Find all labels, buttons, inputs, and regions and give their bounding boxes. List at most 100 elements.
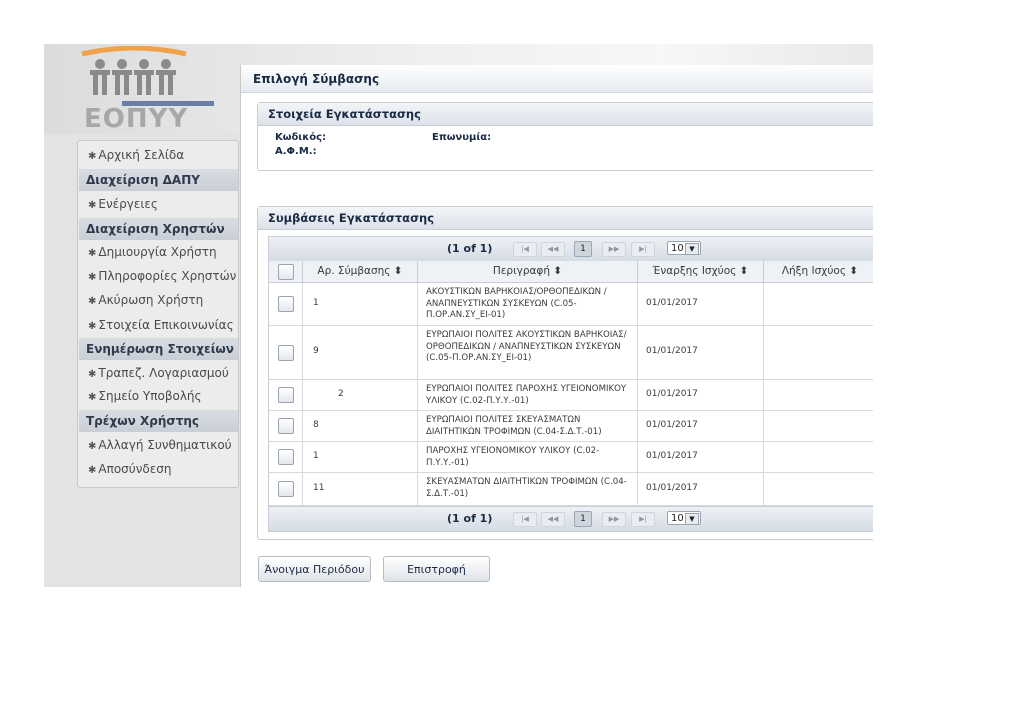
description-cell: ΕΥΡΩΠΑΙΟΙ ΠΟΛΙΤΕΣ ΑΚΟΥΣΤΙΚΩΝ ΒΑΡΗΚΟΙΑΣ/Ο… xyxy=(418,326,638,379)
prev-page-button[interactable]: ◀◀ xyxy=(541,512,565,527)
sidebar-item-label: Αρχική Σελίδα xyxy=(98,148,185,162)
end-date-cell xyxy=(764,442,873,472)
gear-icon: ✱ xyxy=(88,200,97,211)
row-checkbox[interactable] xyxy=(278,481,294,497)
sidebar-item-contact-info[interactable]: ✱ Στοιχεία Επικοινωνίας xyxy=(88,315,234,335)
row-checkbox[interactable] xyxy=(278,387,294,403)
page-count: (1 of 1) xyxy=(447,242,493,255)
column-header-end[interactable]: Λήξη Ισχύος ⬍ xyxy=(764,261,873,282)
gear-icon: ✱ xyxy=(88,441,97,452)
table-row[interactable]: 2 ΕΥΡΩΠΑΙΟΙ ΠΟΛΙΤΕΣ ΠΑΡΟΧΗΣ ΥΓΕΙΟΝΟΜΙΚΟΥ… xyxy=(269,380,873,411)
table-row[interactable]: 8 ΕΥΡΩΠΑΙΟΙ ΠΟΛΙΤΕΣ ΣΚΕΥΑΣΜΑΤΩΝ ΔΙΑΙΤΗΤΙ… xyxy=(269,411,873,442)
row-checkbox[interactable] xyxy=(278,345,294,361)
row-select-cell xyxy=(269,283,303,325)
select-all-checkbox[interactable] xyxy=(278,264,294,280)
contract-number-cell: 2 xyxy=(303,380,418,410)
open-period-button[interactable]: Άνοιγμα Περιόδου xyxy=(258,556,371,582)
sidebar-item-label: Ενέργειες xyxy=(98,197,158,211)
prev-page-button[interactable]: ◀◀ xyxy=(541,242,565,257)
sidebar-header-update-data: Ενημέρωση Στοιχείων xyxy=(79,338,238,360)
column-header-number[interactable]: Αρ. Σύμβασης ⬍ xyxy=(303,261,418,282)
sidebar-menu: ✱ Αρχική Σελίδα Διαχείριση ΔΑΠΥ ✱ Ενέργειε… xyxy=(77,140,239,488)
sort-both-icon: ⬍ xyxy=(739,265,749,277)
rows-per-page-value: 10 xyxy=(671,513,684,524)
sidebar-item-cancel-user[interactable]: ✱ Ακύρωση Χρήστη xyxy=(88,290,203,310)
gear-icon: ✱ xyxy=(88,296,97,307)
logo-text: ΕΟΠΥΥ xyxy=(84,104,189,134)
sidebar-item-label: Δημιουργία Χρήστη xyxy=(98,245,217,259)
contract-number-cell: 1 xyxy=(303,442,418,472)
sidebar-item-create-user[interactable]: ✱ Δημιουργία Χρήστη xyxy=(88,242,217,262)
panel-title: Στοιχεία Εγκατάστασης xyxy=(258,103,873,126)
row-checkbox[interactable] xyxy=(278,296,294,312)
sidebar-header-current-user: Τρέχων Χρήστης xyxy=(79,410,238,432)
row-checkbox[interactable] xyxy=(278,449,294,465)
end-date-cell xyxy=(764,380,873,410)
table-row[interactable]: 1 ΠΑΡΟΧΗΣ ΥΓΕΙΟΝΟΜΙΚΟΥ ΥΛΙΚΟΥ (C.02-Π.Υ.… xyxy=(269,442,873,473)
row-checkbox[interactable] xyxy=(278,418,294,434)
start-date: 01/01/2017 xyxy=(646,451,698,461)
description-cell: ΕΥΡΩΠΑΙΟΙ ΠΟΛΙΤΕΣ ΣΚΕΥΑΣΜΑΤΩΝ ΔΙΑΙΤΗΤΙΚΩ… xyxy=(418,411,638,441)
sidebar-item-label: Πληροφορίες Χρηστών xyxy=(98,269,237,283)
sidebar-item-logout[interactable]: ✱ Αποσύνδεση xyxy=(88,459,171,479)
sidebar-header-dapy: Διαχείριση ΔΑΠΥ xyxy=(79,169,238,191)
contract-number-cell: 11 xyxy=(303,473,418,505)
description-cell: ΑΚΟΥΣΤΙΚΩΝ ΒΑΡΗΚΟΙΑΣ/ΟΡΘΟΠΕΔΙΚΩΝ / ΑΝΑΠΝ… xyxy=(418,283,638,325)
contract-number: 8 xyxy=(313,420,319,430)
sidebar-item-submission-point[interactable]: ✱ Σημείο Υποβολής xyxy=(88,386,202,406)
sidebar-item-change-password[interactable]: ✱ Αλλαγή Συνθηματικού xyxy=(88,435,232,455)
table-row[interactable]: 1 ΑΚΟΥΣΤΙΚΩΝ ΒΑΡΗΚΟΙΑΣ/ΟΡΘΟΠΕΔΙΚΩΝ / ΑΝΑ… xyxy=(269,283,873,326)
sidebar-item-label: Αλλαγή Συνθηματικού xyxy=(98,438,232,452)
column-label: Αρ. Σύμβασης xyxy=(317,265,391,277)
row-select-cell xyxy=(269,380,303,410)
table-row[interactable]: 9 ΕΥΡΩΠΑΙΟΙ ΠΟΛΙΤΕΣ ΑΚΟΥΣΤΙΚΩΝ ΒΑΡΗΚΟΙΑΣ… xyxy=(269,326,873,380)
sidebar-item-actions[interactable]: ✱ Ενέργειες xyxy=(88,194,158,214)
first-page-button[interactable]: |◀ xyxy=(513,242,537,257)
table-row[interactable]: 11 ΣΚΕΥΑΣΜΑΤΩΝ ΔΙΑΙΤΗΤΙΚΩΝ ΤΡΟΦΙΜΩΝ (C.0… xyxy=(269,473,873,506)
sidebar-item-label: Στοιχεία Επικοινωνίας xyxy=(98,318,234,332)
column-label: Έναρξης Ισχύος xyxy=(652,265,737,277)
select-contract-dialog: Επιλογή Σύμβασης Στοιχεία Εγκατάστασης Κ… xyxy=(240,65,873,587)
next-page-button[interactable]: ▶▶ xyxy=(602,242,626,257)
end-date-cell xyxy=(764,326,873,379)
end-date-cell xyxy=(764,283,873,325)
back-button[interactable]: Επιστροφή xyxy=(383,556,490,582)
column-header-description[interactable]: Περιγραφή ⬍ xyxy=(418,261,638,282)
sidebar-header-users: Διαχείριση Χρηστών xyxy=(79,218,238,240)
column-header-start[interactable]: Έναρξης Ισχύος ⬍ xyxy=(638,261,764,282)
first-page-button[interactable]: |◀ xyxy=(513,512,537,527)
start-date: 01/01/2017 xyxy=(646,420,698,430)
sidebar-item-user-info[interactable]: ✱ Πληροφορίες Χρηστών xyxy=(88,266,236,286)
application-screen: ΕΟΠΥΥ ✱ Αρχική Σελίδα Διαχείριση ΔΑΠΥ ✱ Εν… xyxy=(44,44,873,587)
start-date-cell: 01/01/2017 xyxy=(638,283,764,325)
contract-number-cell: 1 xyxy=(303,283,418,325)
start-date-cell: 01/01/2017 xyxy=(638,380,764,410)
paginator-bottom: (1 of 1) |◀ ◀◀ 1 ▶▶ ▶| 10 ▼ xyxy=(269,506,873,531)
rows-per-page-select[interactable]: 10 ▼ xyxy=(667,511,701,525)
panel-title: Συμβάσεις Εγκατάστασης xyxy=(258,207,873,230)
chevron-down-icon: ▼ xyxy=(685,243,699,255)
page-number-button[interactable]: 1 xyxy=(574,511,592,527)
start-date: 01/01/2017 xyxy=(646,483,698,493)
people-logo-icon xyxy=(81,45,187,95)
column-label: Λήξη Ισχύος xyxy=(781,265,846,277)
row-select-cell xyxy=(269,473,303,505)
last-page-button[interactable]: ▶| xyxy=(631,242,655,257)
sidebar-item-home[interactable]: ✱ Αρχική Σελίδα xyxy=(88,145,184,165)
chevron-down-icon: ▼ xyxy=(685,513,699,525)
row-select-cell xyxy=(269,326,303,379)
contract-number-cell: 9 xyxy=(303,326,418,379)
page-number-button[interactable]: 1 xyxy=(574,241,592,257)
next-page-button[interactable]: ▶▶ xyxy=(602,512,626,527)
sidebar-item-bank-account[interactable]: ✱ Τραπεζ. Λογαριασμού xyxy=(88,363,229,383)
last-page-button[interactable]: ▶| xyxy=(631,512,655,527)
rows-per-page-select[interactable]: 10 ▼ xyxy=(667,241,701,255)
contract-number: 1 xyxy=(313,298,319,308)
start-date-cell: 01/01/2017 xyxy=(638,473,764,505)
row-select-cell xyxy=(269,442,303,472)
contract-number: 11 xyxy=(313,483,325,493)
sort-both-icon: ⬍ xyxy=(553,265,563,277)
contracts-panel: Συμβάσεις Εγκατάστασης (1 of 1) |◀ ◀◀ 1 … xyxy=(257,206,873,540)
gear-icon: ✱ xyxy=(88,369,97,380)
gear-icon: ✱ xyxy=(88,151,97,162)
